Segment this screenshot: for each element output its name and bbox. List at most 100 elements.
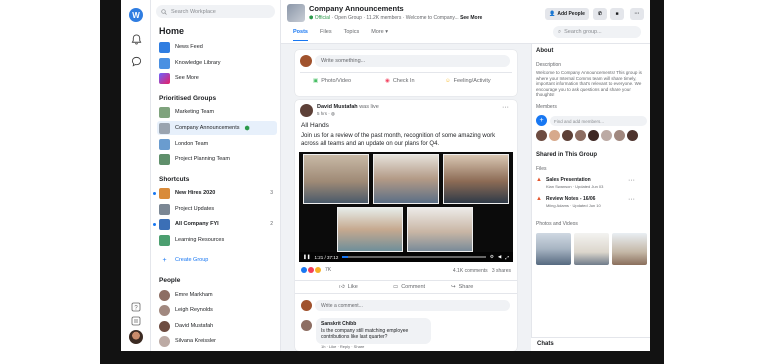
tab-more[interactable]: More ▾ bbox=[371, 29, 388, 41]
file-item[interactable]: ▲ Review Notes - 16/06 Miing Adams · Upda… bbox=[536, 196, 601, 208]
photo-thumbnail[interactable] bbox=[612, 233, 647, 265]
group-item-london-team[interactable]: London Team bbox=[157, 137, 277, 151]
more-options-button[interactable]: ··· bbox=[630, 8, 644, 20]
group-item-project-planning-team[interactable]: Project Planning Team bbox=[157, 152, 277, 166]
comment-icon: ▭ bbox=[393, 284, 399, 290]
comment-meta[interactable]: 1h · Like · Reply · Share bbox=[321, 344, 364, 349]
volume-icon[interactable]: ◀ bbox=[498, 254, 501, 260]
nav-item-knowledge-library[interactable]: Knowledge Library bbox=[157, 56, 277, 70]
group-icon bbox=[159, 153, 170, 165]
chats-label: Chats bbox=[537, 341, 554, 347]
person-name: Emre Markham bbox=[175, 292, 213, 298]
group-icon bbox=[159, 106, 170, 118]
avatar[interactable] bbox=[300, 104, 313, 117]
post-time[interactable]: 5 hrs bbox=[317, 111, 327, 116]
fullscreen-icon[interactable]: ⤢ bbox=[505, 255, 513, 260]
file-item[interactable]: ▲ Sales Presentation Kian Swanson · Updat… bbox=[536, 177, 603, 189]
person-item[interactable]: Leigh Reynolds bbox=[157, 303, 277, 317]
shortcut-label: All Company FYI bbox=[175, 221, 219, 227]
member-avatar[interactable] bbox=[562, 130, 573, 141]
group-label: Project Planning Team bbox=[175, 156, 230, 162]
comment-bubble: Sanskrit Chibb Is the company still matc… bbox=[316, 318, 431, 344]
nav-item-see-more[interactable]: See More bbox=[157, 71, 277, 85]
member-avatar[interactable] bbox=[575, 130, 586, 141]
shortcut-learning-resources[interactable]: Learning Resources bbox=[157, 233, 277, 247]
member-avatar[interactable] bbox=[588, 130, 599, 141]
comment-button[interactable]: ▭ Comment bbox=[393, 284, 425, 290]
member-avatar[interactable] bbox=[549, 130, 560, 141]
shortcut-project-updates[interactable]: Project Updates bbox=[157, 202, 277, 216]
see-more-link[interactable]: See More bbox=[460, 15, 482, 21]
add-people-button[interactable]: 👤 Add People bbox=[545, 8, 589, 20]
video-time: 1:21 / 37:12 bbox=[314, 254, 339, 260]
pause-icon[interactable]: ❚❚ bbox=[303, 254, 311, 260]
add-people-label: Add People bbox=[557, 11, 585, 17]
check-in-button[interactable]: ◉ Check In bbox=[385, 78, 415, 84]
person-item[interactable]: David Mustafah bbox=[157, 319, 277, 333]
group-icon bbox=[159, 218, 170, 230]
post-options-icon[interactable]: ··· bbox=[502, 104, 509, 111]
file-meta: Miing Adams · Updated Jun 10 bbox=[546, 203, 601, 208]
file-options-icon[interactable]: ··· bbox=[628, 177, 635, 184]
member-avatar[interactable] bbox=[614, 130, 625, 141]
call-button[interactable]: ✆ bbox=[593, 8, 607, 20]
create-group-button[interactable]: + Create Group bbox=[157, 253, 277, 267]
photo-video-label: Photo/Video bbox=[321, 78, 352, 84]
workplace-app: W ? Search Workplace Home News Feed Know… bbox=[121, 0, 650, 351]
add-members-input[interactable]: Find and add members... bbox=[550, 116, 647, 126]
photo-video-button[interactable]: ▣ Photo/Video bbox=[313, 78, 351, 84]
left-navigation: Search Workplace Home News Feed Knowledg… bbox=[151, 0, 281, 351]
group-search-input[interactable]: ⌕ Search group... bbox=[553, 26, 641, 38]
feeling-activity-button[interactable]: ☺ Feeling/Activity bbox=[445, 78, 491, 84]
comment-count[interactable]: 4.1K comments bbox=[453, 268, 488, 274]
share-icon: ↪ bbox=[451, 284, 456, 290]
share-button[interactable]: ↪ Share bbox=[451, 284, 473, 290]
comment-input[interactable]: Write a comment... bbox=[315, 300, 510, 311]
video-scrubber[interactable] bbox=[342, 256, 486, 258]
photo-thumbnail[interactable] bbox=[574, 233, 609, 265]
avatar bbox=[300, 55, 312, 67]
tab-files[interactable]: Files bbox=[320, 29, 332, 41]
video-call-button[interactable]: ■ bbox=[610, 8, 624, 20]
video-camera-icon: ■ bbox=[615, 11, 619, 17]
tab-posts[interactable]: Posts bbox=[293, 29, 308, 41]
composer-input[interactable]: Write something... bbox=[315, 55, 510, 67]
help-icon[interactable]: ? bbox=[129, 300, 143, 314]
add-member-icon[interactable]: + bbox=[536, 115, 547, 126]
official-badge-icon: ⬢ bbox=[244, 125, 250, 132]
settings-icon[interactable]: ⚙ bbox=[490, 254, 494, 260]
file-name: Sales Presentation bbox=[546, 177, 591, 183]
live-video-player[interactable]: ❚❚ 1:21 / 37:12 ⚙ ◀ ⤢ bbox=[299, 152, 513, 262]
comment-label: Comment bbox=[401, 284, 426, 290]
like-button[interactable]: 👍︎ Like bbox=[339, 284, 358, 290]
file-meta: Kian Swanson · Updated Jun 03 bbox=[546, 184, 604, 189]
post-timestamp: 5 hrs · ◍ bbox=[317, 111, 335, 116]
member-avatar[interactable] bbox=[627, 130, 638, 141]
shortcut-all-company-fyi[interactable]: All Company FYI 2 bbox=[153, 217, 277, 231]
person-item[interactable]: Emre Markham bbox=[157, 288, 277, 302]
globe-icon: ◍ bbox=[331, 111, 335, 116]
person-item[interactable]: Silvana Kreissler bbox=[157, 334, 277, 348]
group-label: London Team bbox=[175, 141, 209, 147]
workplace-search-input[interactable]: Search Workplace bbox=[156, 5, 275, 18]
shortcut-new-hires-2020[interactable]: New Hires 2020 3 bbox=[153, 186, 277, 200]
chats-bar[interactable]: Chats bbox=[531, 337, 650, 351]
tab-topics[interactable]: Topics bbox=[344, 29, 360, 41]
share-count[interactable]: 3 shares bbox=[492, 268, 511, 274]
member-avatar[interactable] bbox=[601, 130, 612, 141]
group-item-company-announcements[interactable]: Company Announcements ⬢ bbox=[157, 121, 277, 135]
workplace-logo-icon[interactable]: W bbox=[129, 8, 143, 22]
group-item-marketing-team[interactable]: Marketing Team bbox=[157, 105, 277, 119]
knowledge-library-icon bbox=[159, 57, 170, 69]
nav-item-news-feed[interactable]: News Feed bbox=[157, 40, 277, 54]
bell-icon[interactable] bbox=[129, 32, 143, 46]
post-author[interactable]: David Mustafah bbox=[317, 104, 358, 110]
photo-thumbnail[interactable] bbox=[536, 233, 571, 265]
file-options-icon[interactable]: ··· bbox=[628, 196, 635, 203]
user-avatar[interactable] bbox=[129, 330, 143, 344]
thumbs-up-icon: 👍︎ bbox=[339, 284, 345, 290]
member-avatar[interactable] bbox=[536, 130, 547, 141]
chat-icon[interactable] bbox=[129, 54, 143, 68]
apps-icon[interactable] bbox=[129, 314, 143, 328]
reaction-summary[interactable]: 7K bbox=[301, 267, 331, 273]
